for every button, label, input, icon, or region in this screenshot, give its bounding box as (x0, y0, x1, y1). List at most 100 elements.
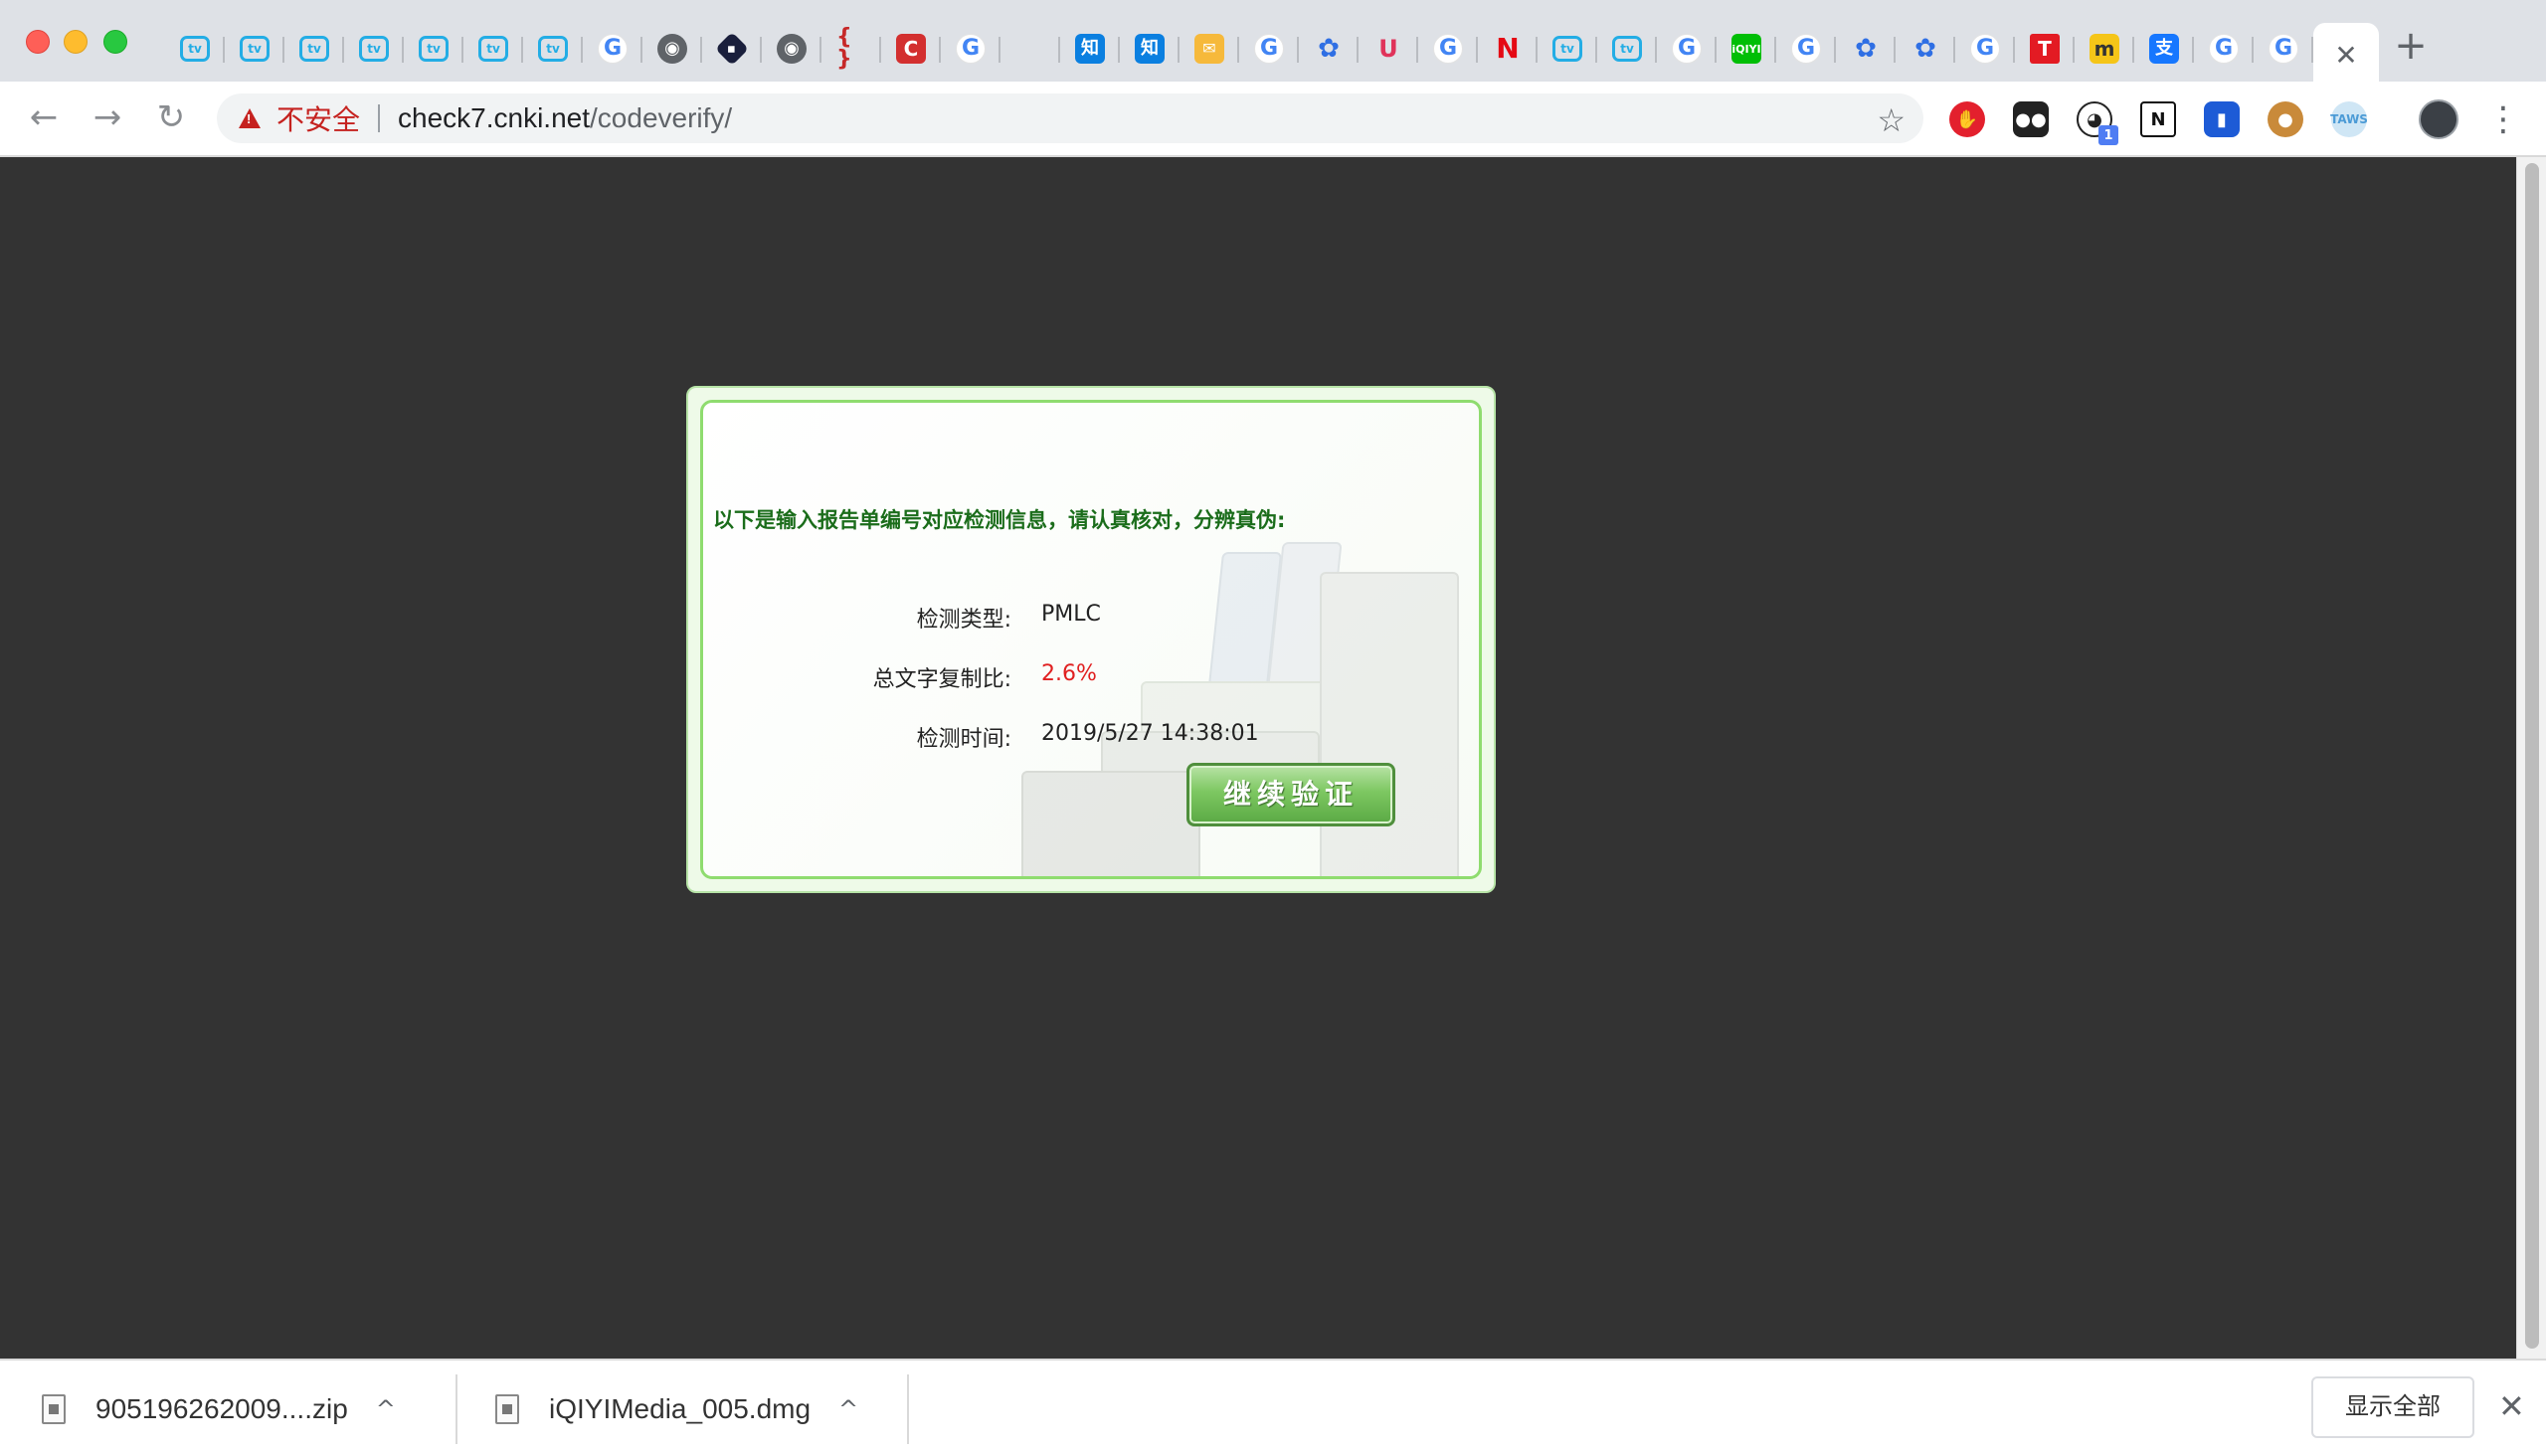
browser-tab[interactable]: G (1657, 23, 1717, 75)
field-label: 检测时间: (916, 727, 1011, 752)
address-bar[interactable]: 不安全 check7.cnki.net/codeverify/ ☆ (217, 93, 1923, 143)
close-tab-icon[interactable]: ✕ (2334, 42, 2357, 70)
browser-tab[interactable]: G (941, 23, 1000, 75)
field-value-type: PMLC (1041, 602, 1101, 627)
browser-tab[interactable]: tv (165, 23, 225, 75)
cloud-extension-icon[interactable]: TAWS (2330, 101, 2368, 137)
browser-tab[interactable]: ✿ (1299, 23, 1359, 75)
google-icon: G (1970, 34, 2000, 64)
bilibili-icon: tv (299, 36, 329, 62)
browser-tab[interactable]: tv (1538, 23, 1597, 75)
url-path[interactable]: /codeverify/ (590, 102, 732, 134)
browser-tab[interactable]: 知 (1120, 23, 1180, 75)
field-label: 总文字复制比: (872, 667, 1011, 692)
globe-icon: ◉ (777, 34, 807, 64)
browser-tab[interactable]: tv (523, 23, 583, 75)
browser-tab[interactable]: U (1359, 23, 1418, 75)
bilibili-icon: tv (419, 36, 449, 62)
browser-tab[interactable]: tv (1597, 23, 1657, 75)
browser-tab[interactable]: G (1418, 23, 1478, 75)
download-filename[interactable]: iQIYIMedia_005.dmg (549, 1393, 811, 1425)
browser-tab[interactable]: 支 (2134, 23, 2194, 75)
not-secure-warning-icon[interactable] (239, 108, 261, 128)
browser-toolbar: ← → ↻ 不安全 check7.cnki.net/codeverify/ ☆ … (0, 82, 2546, 157)
folders-illustration (982, 532, 1479, 876)
panda-extension-icon[interactable]: ◕ 1 (2077, 101, 2118, 145)
url-host[interactable]: check7.cnki.net (398, 102, 590, 134)
chevron-up-icon[interactable]: ^ (376, 1395, 396, 1423)
browser-tab[interactable] (1000, 23, 1060, 75)
field-value-time: 2019/5/27 14:38:01 (1041, 721, 1259, 746)
tampermonkey-extension-icon[interactable]: ●● (2013, 101, 2049, 137)
verify-result-inner: 以下是输入报告单编号对应检测信息，请认真核对，分辨真伪: 检测类型: PMLC … (700, 400, 1482, 879)
browser-tab[interactable]: G (583, 23, 642, 75)
browser-tab[interactable]: 知 (1060, 23, 1120, 75)
browser-tab[interactable]: m (2075, 23, 2134, 75)
back-button[interactable]: ← (22, 95, 66, 139)
zhihu-icon: 知 (1135, 34, 1165, 64)
download-item[interactable]: iQIYIMedia_005.dmg ^ (495, 1361, 858, 1456)
browser-tab[interactable]: G (1776, 23, 1836, 75)
profile-avatar[interactable] (2419, 99, 2458, 139)
browser-tab[interactable]: ✉ (1180, 23, 1239, 75)
chevron-up-icon[interactable]: ^ (838, 1395, 858, 1423)
browser-menu-icon[interactable]: ⋮ (2486, 99, 2520, 139)
browser-tab[interactable]: T (2015, 23, 2075, 75)
browser-tab[interactable]: N (1478, 23, 1538, 75)
active-tab[interactable]: ✕ (2313, 23, 2379, 89)
browser-tab[interactable]: iQIYI (1717, 23, 1776, 75)
download-separator (455, 1374, 457, 1444)
google-icon: G (1433, 34, 1463, 64)
browser-tab[interactable]: tv (344, 23, 404, 75)
browser-tab[interactable]: ✿ (1836, 23, 1896, 75)
close-window-button[interactable] (26, 30, 50, 54)
close-shelf-icon[interactable]: ✕ (2498, 1386, 2525, 1426)
browser-tab[interactable]: G (1239, 23, 1299, 75)
browser-tab[interactable]: tv (404, 23, 463, 75)
reload-button[interactable]: ↻ (149, 95, 193, 139)
browser-tab[interactable]: G (2194, 23, 2254, 75)
t-logo-icon: T (2030, 34, 2060, 64)
continue-verify-button[interactable]: 继续验证 (1186, 763, 1395, 826)
browser-tab[interactable]: G (2254, 23, 2313, 75)
blank-icon (1015, 34, 1045, 64)
adblock-extension-icon[interactable]: ✋ (1949, 101, 1985, 137)
bilibili-icon: tv (1552, 36, 1582, 62)
browser-tab[interactable]: tv (225, 23, 284, 75)
browser-tab[interactable]: ✿ (1896, 23, 1955, 75)
browser-tab[interactable]: G (1955, 23, 2015, 75)
fullscreen-window-button[interactable] (103, 30, 127, 54)
google-icon: G (1254, 34, 1284, 64)
browser-tab[interactable]: ◉ (642, 23, 702, 75)
new-tab-button[interactable]: + (2391, 26, 2431, 66)
minimize-window-button[interactable] (64, 30, 88, 54)
download-filename[interactable]: 905196262009....zip (95, 1393, 348, 1425)
cookie-extension-icon[interactable]: ● (2268, 101, 2303, 137)
download-item[interactable]: 905196262009....zip ^ (42, 1361, 396, 1456)
show-all-downloads-button[interactable]: 显示全部 (2311, 1376, 2474, 1438)
browser-tab[interactable]: { } (821, 23, 881, 75)
forward-button[interactable]: → (86, 95, 129, 139)
security-label[interactable]: 不安全 (276, 98, 360, 138)
alipay-icon: 支 (2149, 34, 2179, 64)
tab-list: tv tv tv tv tv tv tv G ◉ ◆ ◉{ } C G 知知 ✉ G ✿ U G Ntv tv GiQIY… (165, 16, 2379, 89)
verify-result-panel: 以下是输入报告单编号对应检测信息，请认真核对，分辨真伪: 检测类型: PMLC … (686, 386, 1496, 893)
browser-tab[interactable]: tv (284, 23, 344, 75)
browser-tab[interactable]: ◆ (702, 23, 762, 75)
notion-extension-icon[interactable]: N (2140, 101, 2176, 137)
m-logo-icon: m (2090, 34, 2119, 64)
browser-tab[interactable]: tv (463, 23, 523, 75)
bilibili-icon: tv (240, 36, 270, 62)
ruler-extension-icon[interactable]: ▮ (2204, 101, 2240, 137)
vertical-scrollbar[interactable] (2516, 157, 2546, 1359)
browser-tab[interactable]: C (881, 23, 941, 75)
google-icon: G (1672, 34, 1702, 64)
google-icon: G (956, 34, 986, 64)
browser-tab[interactable]: ◉ (762, 23, 821, 75)
zhihu-icon: 知 (1075, 34, 1105, 64)
bookmark-star-icon[interactable]: ☆ (1877, 101, 1906, 139)
netflix-icon: N (1496, 32, 1520, 65)
download-shelf: 905196262009....zip ^ iQIYIMedia_005.dmg… (0, 1359, 2546, 1456)
scrollbar-thumb[interactable] (2525, 163, 2539, 1349)
baidu-paw-icon: ✿ (1318, 34, 1340, 64)
